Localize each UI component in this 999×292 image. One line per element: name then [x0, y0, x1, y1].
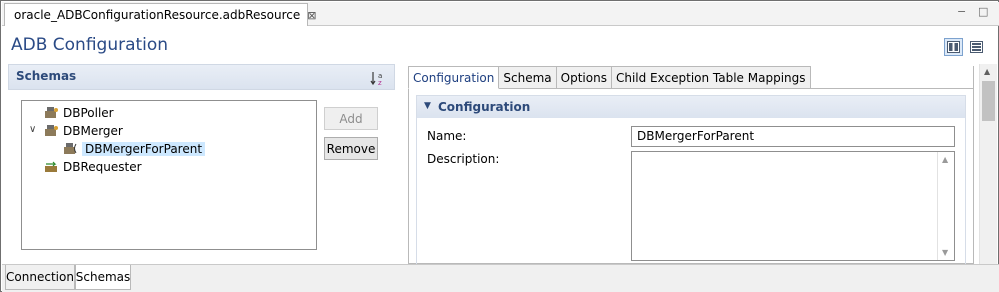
- scrollbar-thumb[interactable]: [982, 81, 995, 121]
- db-adapter-icon: [45, 107, 58, 118]
- bottom-tab-bar: Connection Schemas: [2, 264, 999, 292]
- remove-button[interactable]: Remove: [324, 137, 378, 160]
- db-adapter-icon: [45, 125, 58, 136]
- name-label: Name:: [427, 129, 467, 143]
- scroll-up-icon[interactable]: ▲: [984, 67, 990, 76]
- tree-item-dbmergerforparent[interactable]: DBMergerForParent: [62, 140, 206, 157]
- tree-item-label: DBPoller: [63, 105, 114, 120]
- description-label: Description:: [427, 152, 500, 166]
- horizontal-layout-button[interactable]: [944, 38, 963, 56]
- editor-tab[interactable]: oracle_ADBConfigurationResource.adbResou…: [4, 3, 316, 26]
- vertical-layout-button[interactable]: [967, 38, 986, 56]
- rows-layout-icon: [970, 41, 983, 53]
- tree-item-dbpoller[interactable]: DBPoller: [43, 104, 114, 121]
- details-tabs: Configuration Schema Options Child Excep…: [408, 66, 811, 89]
- configuration-section-title: Configuration: [438, 100, 531, 114]
- db-adapter-child-icon: [64, 143, 77, 154]
- add-button[interactable]: Add: [324, 107, 378, 130]
- minimize-icon[interactable]: −: [957, 5, 966, 18]
- description-scrollbar[interactable]: ▲ ▼: [937, 152, 954, 260]
- name-field[interactable]: DBMergerForParent: [631, 126, 955, 147]
- db-requester-icon: [45, 161, 57, 172]
- tree-item-label: DBMerger: [63, 123, 123, 138]
- sort-az-icon[interactable]: a z: [370, 70, 386, 86]
- close-tab-icon[interactable]: ⊠: [307, 9, 316, 22]
- maximize-icon[interactable]: □: [978, 5, 988, 18]
- tab-connection[interactable]: Connection: [5, 265, 75, 290]
- schemas-section-title: Schemas: [16, 69, 77, 83]
- tree-item-dbmerger[interactable]: DBMerger: [43, 122, 123, 139]
- editor-tab-title: oracle_ADBConfigurationResource.adbResou…: [14, 8, 301, 22]
- tree-item-label: DBMergerForParent: [82, 141, 206, 156]
- tab-child-exception-table-mappings[interactable]: Child Exception Table Mappings: [611, 66, 811, 89]
- tab-configuration[interactable]: Configuration: [408, 66, 500, 89]
- configuration-section-header[interactable]: ▼ Configuration: [417, 96, 965, 118]
- collapse-triangle-icon[interactable]: ▼: [424, 101, 431, 111]
- tab-schema[interactable]: Schema: [499, 66, 557, 89]
- schemas-tree[interactable]: DBPoller ∨ DBMerger DBMergerForParent DB…: [21, 100, 317, 250]
- editor-tab-bar: oracle_ADBConfigurationResource.adbResou…: [2, 2, 999, 26]
- scroll-down-icon[interactable]: ▼: [942, 248, 948, 257]
- tab-schemas[interactable]: Schemas: [75, 265, 131, 290]
- editor-window: oracle_ADBConfigurationResource.adbResou…: [0, 0, 999, 292]
- description-field[interactable]: ▲ ▼: [631, 151, 955, 261]
- columns-layout-icon: [947, 41, 960, 53]
- schemas-section-header: Schemas a z: [8, 64, 395, 90]
- chevron-down-icon[interactable]: ∨: [29, 124, 36, 135]
- tree-item-label: DBRequester: [63, 159, 142, 174]
- schemas-section: Schemas a z DBPoller ∨ DBMerger DBMerger…: [8, 64, 395, 264]
- tab-options[interactable]: Options: [556, 66, 612, 89]
- svg-text:z: z: [378, 79, 382, 86]
- page-title: ADB Configuration: [11, 35, 169, 55]
- scroll-up-icon[interactable]: ▲: [942, 155, 948, 164]
- details-scrollbar[interactable]: ▲: [979, 64, 997, 264]
- tree-item-dbrequester[interactable]: DBRequester: [43, 158, 142, 175]
